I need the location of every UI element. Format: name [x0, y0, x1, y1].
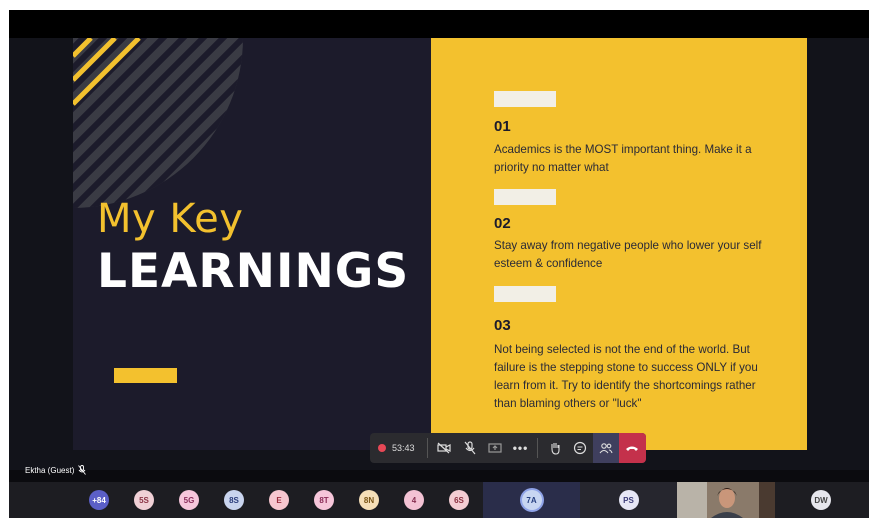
avatar-initials: 4 [411, 495, 417, 505]
mic-toggle-button[interactable] [457, 433, 482, 463]
placeholder-bar [494, 286, 556, 302]
avatar-initials: 5S [139, 495, 149, 505]
item-text: Stay away from negative people who lower… [494, 239, 762, 270]
avatar: 8T [314, 490, 334, 510]
participant-tile[interactable]: 8T [312, 482, 336, 518]
participant-tile[interactable]: 8N [357, 482, 381, 518]
participant-tile[interactable]: 4 [402, 482, 426, 518]
call-timer: 53:43 [392, 443, 415, 453]
hang-up-button[interactable] [618, 433, 646, 463]
avatar: PS [618, 490, 639, 510]
avatar-initials: PS [623, 495, 634, 505]
item-text: Not being selected is not the end of the… [494, 343, 758, 410]
avatar: +84 [89, 490, 109, 510]
raise-hand-icon [551, 443, 560, 455]
chat-button[interactable] [568, 433, 593, 463]
avatar-initials: 6S [454, 495, 464, 505]
more-options-button[interactable]: ••• [508, 433, 533, 463]
avatar: 6S [449, 490, 469, 510]
share-button[interactable] [482, 433, 507, 463]
accent-bar [114, 368, 177, 383]
item-number: 03 [494, 317, 511, 334]
more-icon: ••• [512, 441, 529, 455]
meeting-window: My Key LEARNINGS 01 Academics is the MOS… [9, 10, 869, 518]
camera-off-icon [437, 442, 451, 454]
slide-right-panel: 01 Academics is the MOST important thing… [431, 38, 807, 450]
avatar-initials: 8T [319, 495, 329, 505]
participants-button[interactable] [593, 433, 619, 463]
chat-icon [574, 441, 587, 455]
participant-tile[interactable]: 5G [177, 482, 201, 518]
divider [537, 438, 539, 458]
raise-hand-button[interactable] [542, 433, 567, 463]
people-icon [599, 443, 613, 454]
avatar: E [269, 490, 289, 510]
slide-title-line1: My Key [97, 196, 244, 242]
recording-dot-icon [378, 444, 386, 452]
share-icon [488, 443, 502, 453]
mic-off-icon [78, 465, 87, 475]
mic-off-icon [464, 441, 476, 455]
avatar: 7A [521, 490, 542, 510]
recording-indicator: 53:43 [370, 433, 423, 463]
item-number: 01 [494, 118, 511, 135]
hang-up-icon [626, 446, 639, 451]
participant-tile[interactable]: 5S [132, 482, 156, 518]
avatar-initials: DW [814, 495, 828, 505]
avatar-initials: 5G [183, 495, 195, 505]
avatar: 4 [404, 490, 424, 510]
participant-tile-active[interactable]: 7A [483, 482, 580, 518]
avatar: 5G [179, 490, 199, 510]
avatar: 5S [134, 490, 154, 510]
divider [426, 438, 428, 458]
shared-screen: My Key LEARNINGS 01 Academics is the MOS… [9, 38, 869, 470]
avatar-initials: 8S [229, 495, 239, 505]
top-bar [9, 10, 869, 38]
participant-tile[interactable]: E [267, 482, 291, 518]
participant-video-feed [677, 482, 775, 518]
avatar-initials: 7A [526, 495, 537, 505]
avatar: DW [811, 490, 831, 510]
striped-circle-decoration [73, 38, 243, 208]
call-controls-toolbar: 53:43 ••• [370, 433, 646, 463]
avatar: 8S [224, 490, 244, 510]
camera-toggle-button[interactable] [432, 433, 457, 463]
placeholder-bar [494, 189, 556, 205]
avatar-initials: +84 [92, 495, 106, 505]
avatar: 8N [359, 490, 379, 510]
slide-title-line2: LEARNINGS [97, 244, 410, 299]
participant-tile[interactable]: PS [580, 482, 677, 518]
item-number: 02 [494, 215, 511, 232]
slide-left-panel: My Key LEARNINGS [73, 38, 431, 450]
presenter-label: Ektha (Guest) [25, 465, 87, 475]
participant-strip: +84 5S 5G 8S E 8T 8N 4 6S 7A PS DW [9, 482, 869, 518]
participant-tile[interactable]: 6S [447, 482, 471, 518]
participant-tile[interactable]: 8S [222, 482, 246, 518]
placeholder-bar [494, 91, 556, 107]
presenter-name: Ektha (Guest) [25, 465, 75, 475]
avatar-initials: E [276, 495, 282, 505]
participant-tile[interactable]: +84 [87, 482, 111, 518]
item-text: Academics is the MOST important thing. M… [494, 143, 752, 174]
participant-tile[interactable]: DW [790, 482, 852, 518]
participant-video[interactable] [677, 482, 775, 518]
avatar-initials: 8N [363, 495, 375, 505]
